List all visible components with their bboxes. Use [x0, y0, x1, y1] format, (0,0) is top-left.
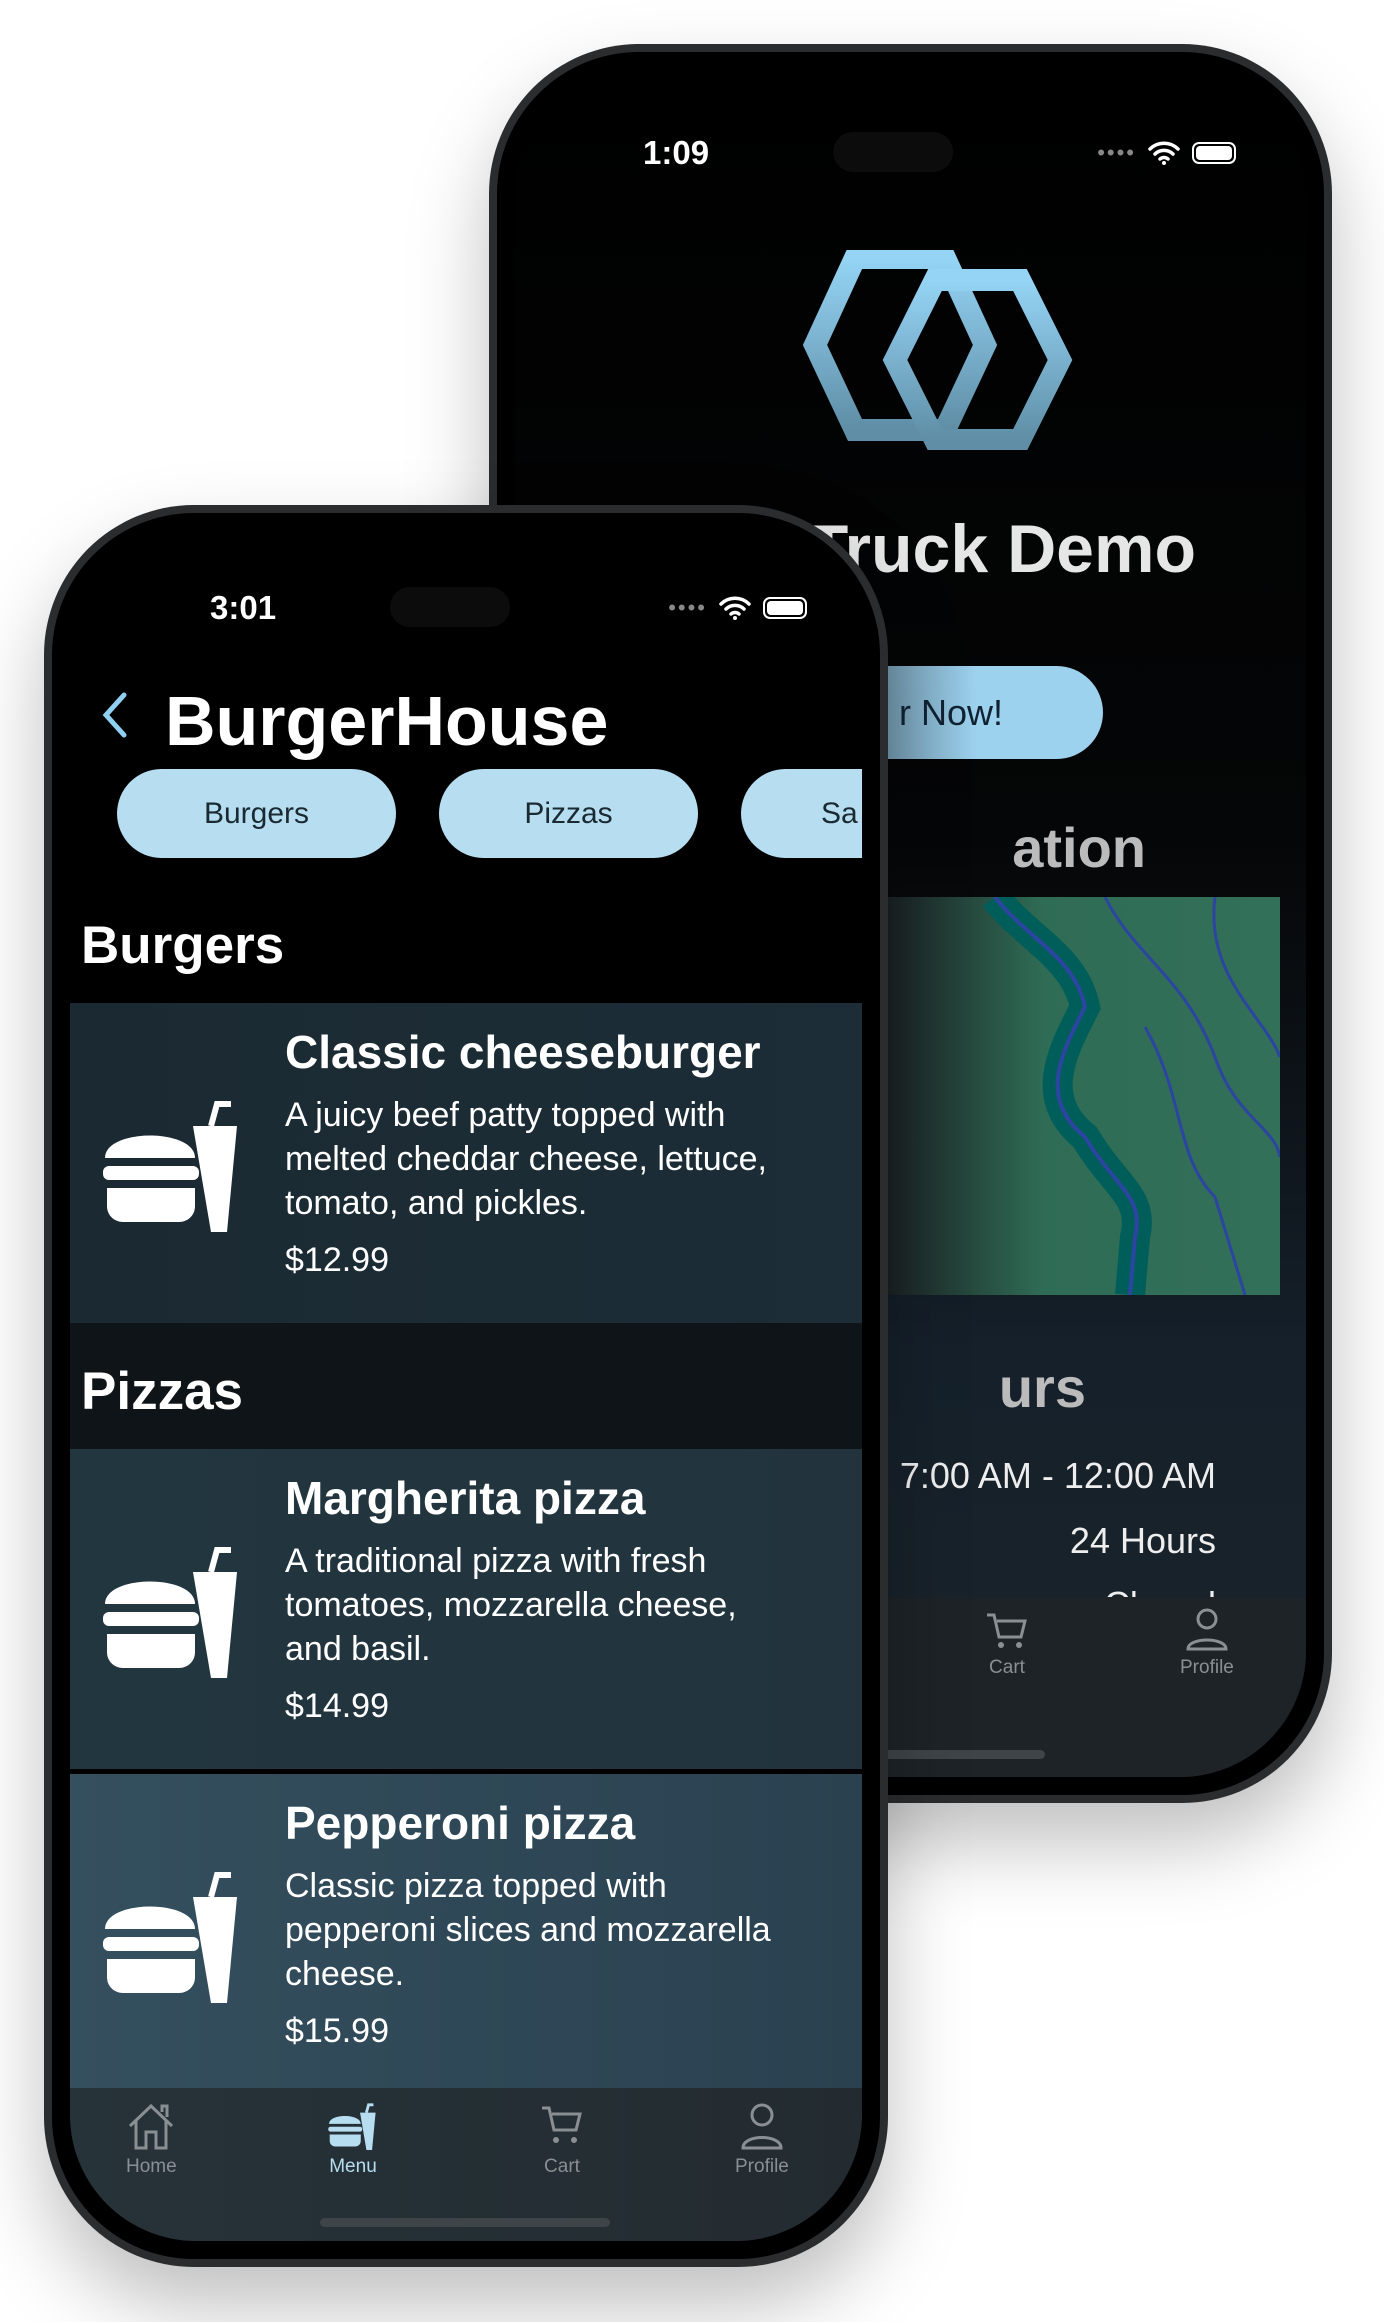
chip-salads[interactable]: Sa [741, 769, 862, 858]
tab-cart[interactable]: Cart [540, 2102, 584, 2178]
front-phone: 3:01 •••• BurgerHouse Burgers Pizzas Sa … [44, 505, 888, 2267]
item-description: Classic pizza topped with pepperoni slice… [285, 1867, 771, 1993]
item-description: A traditional pizza with fresh tomatoes, … [285, 1542, 737, 1668]
menu-item-card[interactable]: Margherita pizza A traditional pizza wit… [70, 1449, 862, 1769]
burger-drink-icon [103, 1872, 237, 2003]
wifi-icon [719, 596, 751, 620]
back-chevron-icon[interactable] [100, 691, 130, 739]
section-heading: Pizzas [81, 1362, 244, 1421]
burger-drink-icon [328, 2103, 376, 2150]
menu-item-card[interactable]: Classic cheeseburger A juicy beef patty … [70, 1003, 862, 1323]
battery-icon [763, 597, 807, 619]
tab-home[interactable]: Home [126, 2102, 177, 2178]
tab-label: Cart [544, 2156, 580, 2177]
wifi-icon [1148, 141, 1180, 165]
profile-icon [741, 2103, 783, 2150]
section-heading: Burgers [81, 916, 285, 975]
status-time: 3:01 [210, 589, 277, 626]
map-rivers [983, 897, 1280, 1295]
home-indicator [320, 2218, 610, 2227]
chip-pizzas[interactable]: Pizzas [439, 769, 698, 858]
profile-icon [1186, 1608, 1228, 1651]
tab-label: Menu [329, 2156, 377, 2177]
tab-label: Profile [735, 2156, 789, 2177]
location-heading: ation [1012, 816, 1146, 879]
status-time: 1:09 [643, 134, 710, 171]
item-price: $15.99 [285, 2012, 389, 2050]
tab-label: Cart [989, 1657, 1025, 1678]
menu-item-card[interactable]: Pepperoni pizza Classic pizza topped wit… [70, 1774, 862, 2094]
page-title: BurgerHouse [165, 682, 609, 760]
dynamic-island [833, 132, 953, 172]
burger-drink-icon [103, 1547, 237, 1678]
chip-burgers[interactable]: Burgers [117, 769, 396, 858]
cart-icon [987, 1613, 1027, 1648]
cart-icon [542, 2106, 582, 2143]
tab-cart[interactable]: Cart [985, 1611, 1029, 1679]
hours-row: 24 Hours [1069, 1520, 1216, 1561]
hours-row: 7:00 AM - 12:00 AM [899, 1455, 1216, 1496]
item-price: $12.99 [285, 1241, 389, 1279]
item-name: Classic cheeseburger [285, 1026, 761, 1078]
burger-drink-icon [103, 1101, 237, 1232]
tab-menu[interactable]: Menu [328, 2102, 378, 2178]
front-screen: 3:01 •••• BurgerHouse Burgers Pizzas Sa … [70, 531, 862, 2241]
tab-profile[interactable]: Profile [1180, 1607, 1234, 1679]
app-logo [802, 250, 1073, 450]
dynamic-island [390, 587, 510, 627]
battery-icon [1192, 142, 1236, 164]
hours-heading: urs [998, 1356, 1086, 1419]
status-icons: •••• [668, 595, 807, 621]
tab-label: Profile [1180, 1657, 1234, 1678]
location-map[interactable] [885, 897, 1280, 1295]
status-icons: •••• [1097, 140, 1236, 166]
item-name: Margherita pizza [285, 1472, 646, 1524]
tab-label: Home [126, 2156, 177, 2177]
signal-icon: •••• [668, 595, 707, 620]
item-price: $14.99 [285, 1687, 389, 1725]
home-icon [129, 2103, 174, 2150]
item-description: A juicy beef patty topped with melted che… [285, 1096, 767, 1222]
item-name: Pepperoni pizza [285, 1797, 636, 1849]
tab-profile[interactable]: Profile [735, 2102, 789, 2178]
signal-icon: •••• [1097, 140, 1136, 165]
